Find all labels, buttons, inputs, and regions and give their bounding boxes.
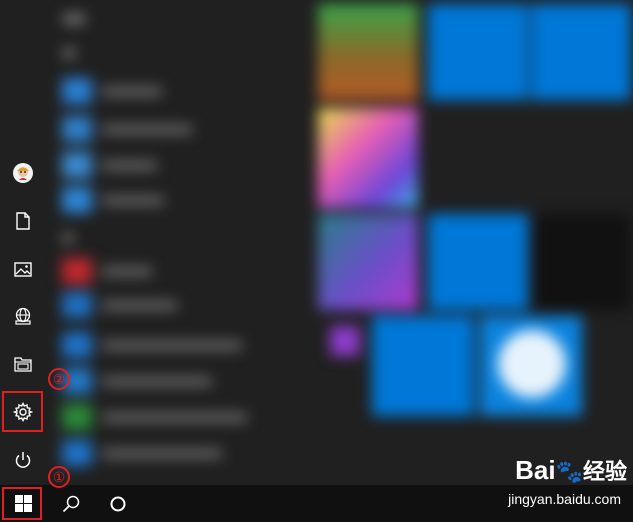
list-item[interactable] [60,404,290,430]
documents-button[interactable] [0,200,46,242]
watermark-url: jingyan.baidu.com [508,491,621,507]
step-marker-2: ② [48,368,70,390]
power-button[interactable] [0,439,46,481]
cortana-button[interactable] [95,485,141,522]
list-item[interactable] [60,152,290,178]
app-list-header [63,48,75,58]
list-item[interactable] [60,258,290,284]
user-avatar[interactable] [0,152,46,194]
tile-app[interactable] [428,214,528,310]
file-explorer-button[interactable] [0,343,46,385]
list-item[interactable] [60,368,290,394]
list-item[interactable] [60,116,290,142]
file-explorer-icon [14,357,32,372]
pictures-icon [14,261,32,277]
network-button[interactable] [0,295,46,337]
tile-app[interactable] [534,214,630,310]
watermark-brand-bai: Bai [515,455,556,485]
watermark-brand-jingyan: 经验 [582,459,627,484]
list-item[interactable] [60,440,290,466]
list-item[interactable] [60,187,290,213]
power-icon [15,452,31,468]
watermark-brand: Bai🐾经验 [515,454,627,486]
tile-app[interactable] [428,4,528,100]
tile-app[interactable] [372,316,474,416]
tile-app[interactable] [318,214,418,310]
paw-icon: 🐾 [555,459,583,484]
pictures-button[interactable] [0,248,46,290]
tile-app-glyph [498,330,566,398]
search-icon [62,495,80,512]
tile-app[interactable] [531,4,631,100]
cortana-icon [110,496,126,511]
app-list-header [63,14,85,24]
settings-highlight-box [2,391,43,432]
network-icon [15,307,31,325]
tile-game[interactable] [318,108,418,208]
tile-game[interactable] [318,4,418,100]
start-highlight-box [2,487,42,520]
documents-icon [16,212,30,230]
list-item[interactable] [60,78,290,104]
step-marker-1: ① [48,466,70,488]
tile-small[interactable] [330,326,360,356]
app-list-header [63,233,73,243]
search-button[interactable] [48,485,94,522]
list-item[interactable] [60,292,290,318]
user-avatar-icon [13,163,33,183]
start-menu-blurred-content [0,0,633,485]
baidu-watermark: Bai🐾经验 jingyan.baidu.com [457,452,627,516]
list-item[interactable] [60,332,290,358]
